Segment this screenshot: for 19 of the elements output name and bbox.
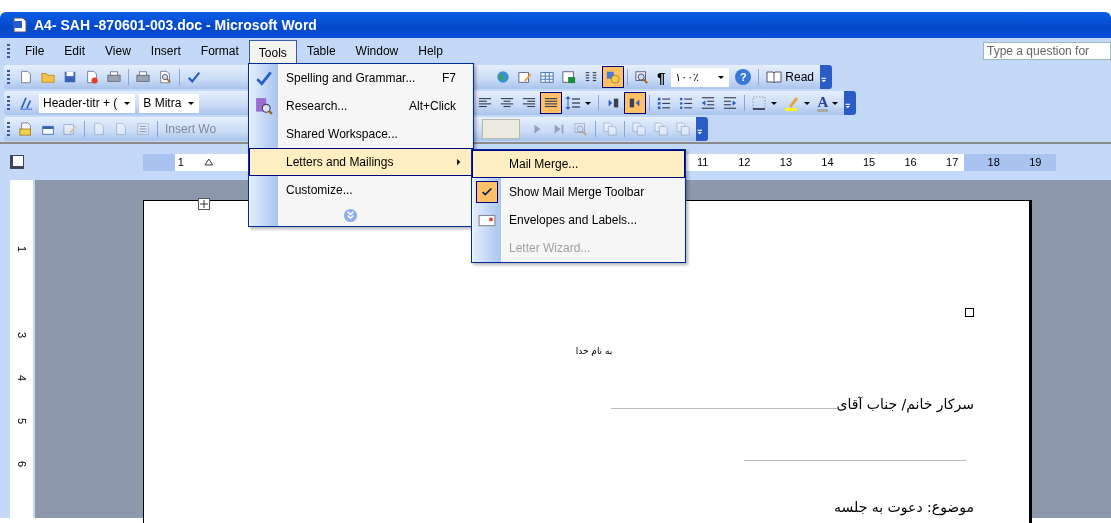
ruler-number: 11 [696, 156, 710, 168]
subject-line: موضوع: دعوت به جلسه [834, 499, 974, 515]
ruler-number: 15 [861, 156, 877, 168]
ruler-number: 12 [737, 156, 752, 168]
ruler-number: 13 [778, 156, 793, 168]
ruler-number: 14 [820, 156, 835, 168]
ruler-number: 1 [15, 244, 28, 255]
ruler-number: 5 [15, 416, 28, 427]
ruler-number: 3 [15, 330, 28, 341]
ruler-number: 1 [176, 156, 185, 168]
ruler-number: 19 [1028, 156, 1043, 168]
document-heading: به نام خدا [574, 346, 614, 356]
recipient-line: سرکار خانم/ جناب آقای [836, 396, 974, 412]
ruler-number: 18 [986, 156, 1001, 168]
ruler-number: 4 [15, 373, 28, 384]
ruler-number: 16 [903, 156, 918, 168]
ruler-number: 6 [15, 459, 28, 470]
window-title: A4- SAH -870601-003.doc - Microsoft Word [34, 17, 317, 33]
ruler-number: 17 [945, 156, 960, 168]
